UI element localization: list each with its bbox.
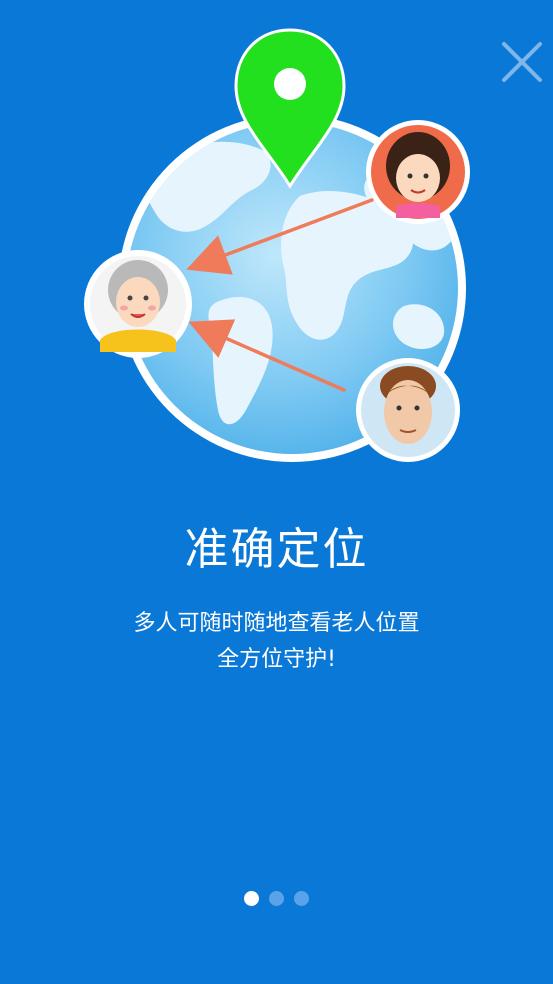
avatar-elder xyxy=(84,250,192,358)
page-dot-1[interactable] xyxy=(244,891,259,906)
onboarding-screen: 准确定位 多人可随时随地查看老人位置 全方位守护! xyxy=(0,0,553,984)
description-line-1: 多人可随时随地查看老人位置 xyxy=(133,611,420,636)
avatar-man xyxy=(356,358,460,462)
avatar-woman xyxy=(366,120,470,224)
page-dot-2[interactable] xyxy=(269,891,284,906)
description-line-2: 全方位守护! xyxy=(217,647,336,672)
page-dot-3[interactable] xyxy=(294,891,309,906)
page-title: 准确定位 xyxy=(184,524,369,575)
location-illustration xyxy=(84,28,470,462)
page-indicator xyxy=(0,891,553,907)
page-description: 多人可随时随地查看老人位置 全方位守护! xyxy=(0,606,553,678)
